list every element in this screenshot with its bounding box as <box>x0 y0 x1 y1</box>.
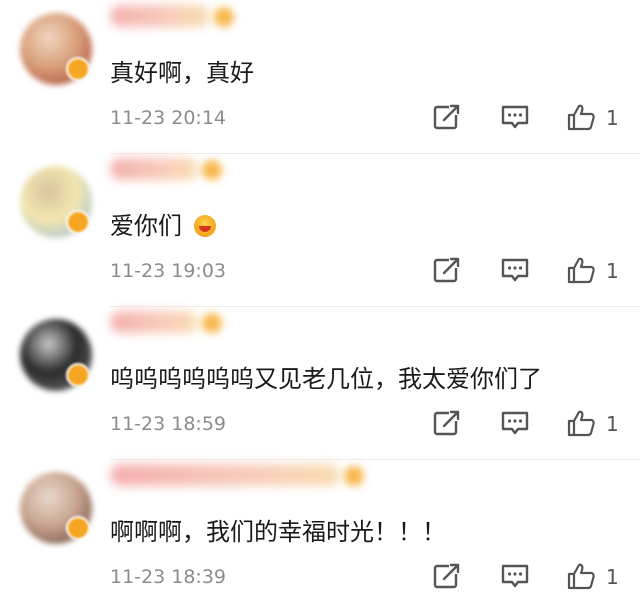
verified-badge-icon <box>66 363 90 387</box>
thumbs-up-icon <box>567 410 595 437</box>
comment-timestamp: 11-23 18:39 <box>110 566 227 588</box>
user-level-badge-icon <box>202 160 222 180</box>
comment-text: 啊啊啊，我们的幸福时光！！！ <box>110 512 446 547</box>
heart-eyes-emoji-icon <box>193 215 216 237</box>
share-icon <box>433 410 460 436</box>
reply-icon <box>501 258 529 282</box>
verified-badge-icon <box>66 210 90 234</box>
user-level-badge-icon <box>202 313 222 333</box>
comment-timestamp: 11-23 20:14 <box>110 107 227 129</box>
comment-text-content: 真好啊，真好 <box>110 59 254 87</box>
username-blurred[interactable] <box>110 5 210 27</box>
share-icon <box>433 104 460 130</box>
comment-text-content: 爱你们 <box>110 212 182 240</box>
like-button[interactable] <box>566 409 596 437</box>
thumbs-up-icon <box>567 257 595 284</box>
share-icon <box>433 257 460 283</box>
thumbs-up-icon <box>567 563 595 590</box>
like-button[interactable] <box>566 103 596 131</box>
comment-item: 啊啊啊，我们的幸福时光！！！ 11-23 18:39 1 <box>0 460 640 613</box>
like-button[interactable] <box>566 562 596 590</box>
comment-text-content: 呜呜呜呜呜呜又见老几位，我太爱你们了 <box>110 365 542 393</box>
user-level-badge-icon <box>344 466 364 486</box>
comment-text: 爱你们 <box>110 206 216 241</box>
comment-item: 真好啊，真好 11-23 20:14 1 <box>0 1 640 154</box>
comment-text: 呜呜呜呜呜呜又见老几位，我太爱你们了 <box>110 359 542 394</box>
verified-badge-icon <box>66 516 90 540</box>
comment-text-content: 啊啊啊，我们的幸福时光！！！ <box>110 518 446 546</box>
reply-button[interactable] <box>500 256 530 284</box>
username-blurred[interactable] <box>110 464 340 486</box>
share-button[interactable] <box>432 409 462 437</box>
share-icon <box>433 563 460 589</box>
reply-button[interactable] <box>500 409 530 437</box>
share-button[interactable] <box>432 256 462 284</box>
comment-timestamp: 11-23 18:59 <box>110 413 227 435</box>
reply-button[interactable] <box>500 562 530 590</box>
comment-item: 呜呜呜呜呜呜又见老几位，我太爱你们了 11-23 18:59 1 <box>0 307 640 460</box>
reply-icon <box>501 564 529 588</box>
username-blurred[interactable] <box>110 311 198 333</box>
user-level-badge-icon <box>214 7 234 27</box>
reply-button[interactable] <box>500 103 530 131</box>
username-blurred[interactable] <box>110 158 198 180</box>
like-count[interactable]: 1 <box>606 412 619 436</box>
like-button[interactable] <box>566 256 596 284</box>
like-count[interactable]: 1 <box>606 106 619 130</box>
like-count[interactable]: 1 <box>606 259 619 283</box>
verified-badge-icon <box>66 57 90 81</box>
share-button[interactable] <box>432 103 462 131</box>
like-count[interactable]: 1 <box>606 565 619 589</box>
comment-item: 爱你们 11-23 19:03 1 <box>0 154 640 307</box>
reply-icon <box>501 105 529 129</box>
thumbs-up-icon <box>567 104 595 131</box>
reply-icon <box>501 411 529 435</box>
comment-text: 真好啊，真好 <box>110 53 254 88</box>
comment-timestamp: 11-23 19:03 <box>110 260 227 282</box>
share-button[interactable] <box>432 562 462 590</box>
